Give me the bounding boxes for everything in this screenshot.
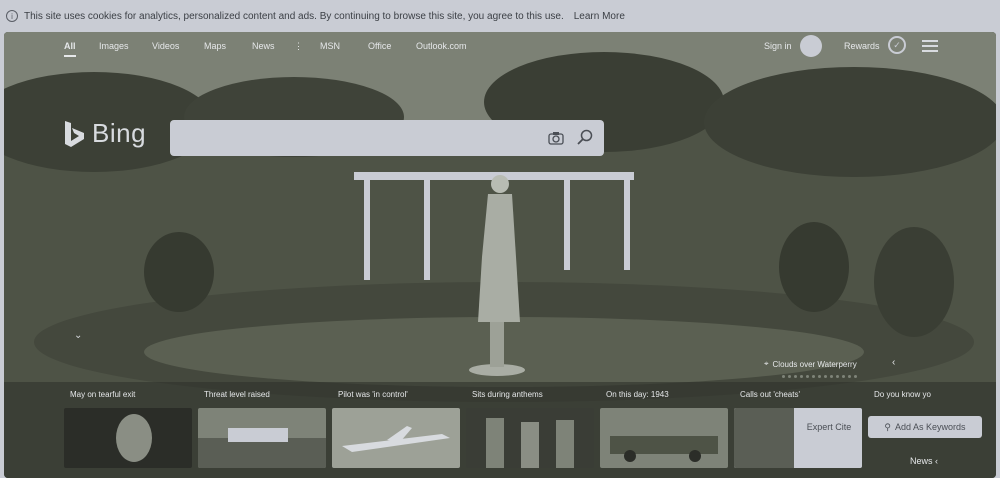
news-card[interactable]: Threat level raised: [198, 390, 326, 470]
card-title: May on tearful exit: [70, 390, 136, 399]
nav-office[interactable]: Office: [368, 41, 391, 51]
card-image: [198, 408, 326, 468]
logo-text: Bing: [92, 118, 147, 148]
news-card[interactable]: Sits during anthems: [466, 390, 594, 470]
info-icon: i: [6, 10, 18, 22]
search-icon[interactable]: [576, 128, 594, 146]
top-navigation: All Images Videos Maps News ⋮ MSN Office…: [4, 32, 996, 60]
news-card[interactable]: May on tearful exit: [64, 390, 192, 470]
rewards-icon[interactable]: ✓: [888, 36, 906, 54]
menu-icon[interactable]: [922, 40, 938, 52]
nav-more[interactable]: ⋮: [294, 41, 303, 52]
card-title: Calls out 'cheats': [740, 390, 800, 399]
expert-cite-button[interactable]: Expert Cite: [796, 416, 862, 438]
sign-in-link[interactable]: Sign in: [764, 41, 792, 51]
chevron-down-icon[interactable]: ⌄: [74, 330, 82, 341]
add-keywords-button[interactable]: ⚲ Add As Keywords: [868, 416, 982, 438]
card-title: Sits during anthems: [472, 390, 543, 399]
bing-b-icon: [65, 120, 84, 147]
location-pin-icon: ⌖: [764, 359, 769, 368]
card-title: On this day: 1943: [606, 390, 669, 399]
card-image: [466, 408, 594, 468]
search-input[interactable]: [180, 128, 530, 148]
card-image: [332, 408, 460, 468]
news-card[interactable]: On this day: 1943: [600, 390, 728, 470]
news-link[interactable]: News ‹: [910, 456, 938, 466]
card-title: Pilot was 'in control': [338, 390, 408, 399]
card-title: Do you know yo: [874, 390, 931, 399]
nav-maps[interactable]: Maps: [204, 41, 226, 51]
image-caption[interactable]: ⌖ Clouds over Waterperry: [764, 359, 857, 369]
card-image: [600, 408, 728, 468]
nav-all[interactable]: All: [64, 41, 76, 51]
rewards-link[interactable]: Rewards: [844, 41, 880, 51]
cookie-text: This site uses cookies for analytics, pe…: [24, 10, 564, 22]
image-caption-text: Clouds over Waterperry: [772, 359, 857, 369]
expert-cite-label: Expert Cite: [806, 422, 852, 432]
avatar[interactable]: [800, 35, 822, 57]
nav-outlook[interactable]: Outlook.com: [416, 41, 467, 51]
nav-msn[interactable]: MSN: [320, 41, 340, 51]
add-keywords-label: Add As Keywords: [895, 422, 966, 432]
carousel-dots: [782, 375, 857, 378]
news-card[interactable]: Pilot was 'in control': [332, 390, 460, 470]
nav-news[interactable]: News: [252, 41, 275, 51]
camera-icon[interactable]: [548, 131, 564, 145]
bing-logo[interactable]: Bing: [62, 118, 146, 149]
tag-icon: ⚲: [884, 421, 892, 432]
card-image: [64, 408, 192, 468]
nav-videos[interactable]: Videos: [152, 41, 179, 51]
active-tab-indicator: [64, 55, 76, 57]
learn-more-link[interactable]: Learn More: [574, 11, 625, 22]
search-box: [170, 120, 604, 156]
chevron-left-icon[interactable]: ‹: [892, 357, 895, 368]
hero-image: All Images Videos Maps News ⋮ MSN Office…: [4, 32, 996, 478]
card-title: Threat level raised: [204, 390, 270, 399]
cookie-banner: i This site uses cookies for analytics, …: [0, 0, 1000, 32]
nav-images[interactable]: Images: [99, 41, 129, 51]
